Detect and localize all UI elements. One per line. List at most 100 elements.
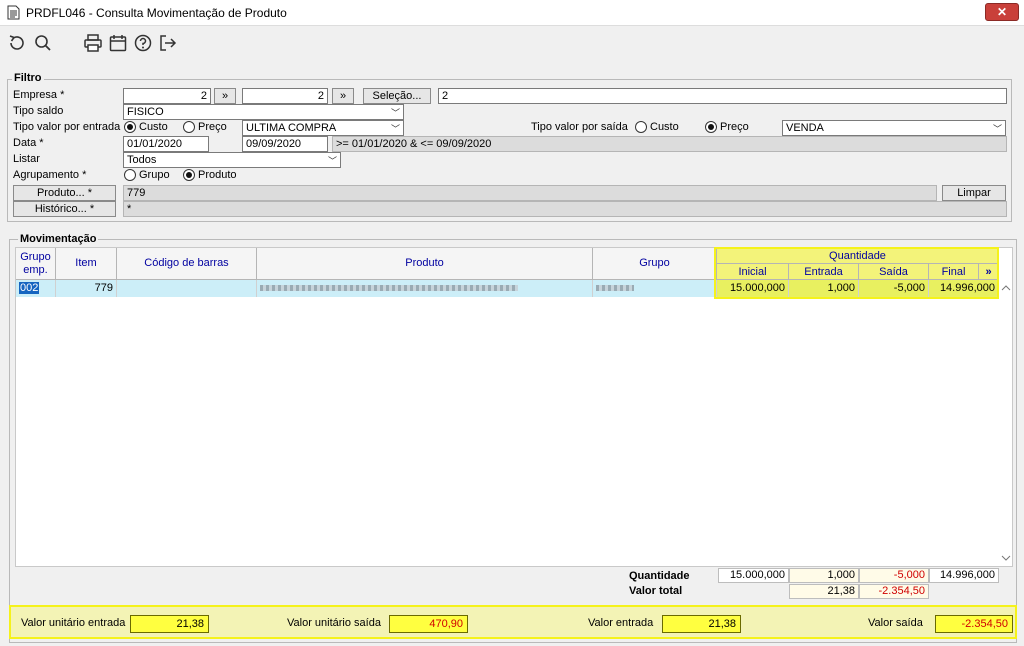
vu-entrada-label: Valor unitário entrada [21,617,126,629]
data-to-input[interactable]: 09/09/2020 [242,136,328,152]
entrada-custo-radio[interactable] [124,121,136,133]
tipo-saldo-label: Tipo saldo [13,105,64,117]
col-grupo-emp[interactable]: Grupo emp. [16,248,56,280]
col-codigo-barras[interactable]: Código de barras [117,248,257,280]
selecao-button[interactable]: Seleção... [363,88,431,104]
listar-label: Listar [13,153,40,165]
col-entrada[interactable]: Entrada [789,264,859,280]
empresa-from-input[interactable]: 2 [123,88,211,104]
cell-grupo-emp: 002 [19,282,40,294]
v-entrada-value: 21,38 [662,615,741,633]
cell-item: 779 [56,280,117,297]
cell-produto [257,280,593,297]
saida-preco-label: Preço [720,121,749,133]
saida-custo-radio[interactable] [635,121,647,133]
refresh-icon[interactable] [7,33,27,53]
scroll-up-icon[interactable] [1001,284,1011,292]
col-final[interactable]: Final [929,264,979,280]
chevron-down-icon: ﹀ [992,124,1002,134]
cell-saida: -5,000 [859,280,929,297]
vu-saida-value: 470,90 [389,615,468,633]
vu-entrada-value: 21,38 [130,615,209,633]
agrupamento-label: Agrupamento * [13,169,87,181]
total-entrada: 1,000 [789,568,859,583]
historico-value: * [123,201,1007,217]
v-saida-value: -2.354,50 [935,615,1013,633]
v-saida-label: Valor saída [868,617,923,629]
produto-value: 779 [123,185,937,201]
col-saida[interactable]: Saída [859,264,929,280]
empresa-to-lookup-button[interactable]: » [332,88,354,104]
search-icon[interactable] [33,33,53,53]
col-item[interactable]: Item [56,248,117,280]
total-inicial: 15.000,000 [718,568,789,583]
cell-inicial: 15.000,000 [717,280,789,297]
table-row[interactable]: 002 779 15.000,000 1,000 -5,000 14.996,0… [16,280,999,297]
agrupamento-produto-radio[interactable] [183,169,195,181]
empresa-label: Empresa * [13,89,65,101]
tipo-saldo-value: FISICO [127,106,164,118]
listar-select[interactable]: Todos ﹀ [123,152,341,168]
movimentacao-legend: Movimentação [18,233,99,245]
calendar-icon[interactable] [108,33,128,53]
cell-grupo [593,280,717,297]
col-inicial[interactable]: Inicial [717,264,789,280]
total-saida: -5,000 [859,568,929,583]
title-bar: PRDFL046 - Consulta Movimentação de Prod… [0,0,1024,26]
entrada-value: ULTIMA COMPRA [246,122,337,134]
cell-entrada: 1,000 [789,280,859,297]
valor-total-saida: -2.354,50 [859,584,929,599]
valor-total-entrada: 21,38 [789,584,859,599]
empresa-to-input[interactable]: 2 [242,88,328,104]
movimentacao-grid: Grupo emp. Item Código de barras Produto… [15,247,1013,567]
chevron-down-icon: ﹀ [327,156,337,166]
limpar-button[interactable]: Limpar [942,185,1006,201]
entrada-preco-label: Preço [198,121,227,133]
tipo-saldo-select[interactable]: FISICO ﹀ [123,104,404,120]
document-icon [7,5,20,20]
redacted-product-name [260,285,518,291]
help-icon[interactable] [133,33,153,53]
entrada-custo-label: Custo [139,121,168,133]
empresa-from-lookup-button[interactable]: » [214,88,236,104]
toolbar [0,26,1024,60]
historico-button[interactable]: Histórico... * [13,201,116,217]
filtro-legend: Filtro [12,72,44,84]
exit-icon[interactable] [158,33,178,53]
tipo-saida-label: Tipo valor por saída [531,121,628,133]
chevron-down-icon: ﹀ [390,124,400,134]
saida-select[interactable]: VENDA ﹀ [782,120,1006,136]
scroll-down-icon[interactable] [1001,554,1011,562]
vu-saida-label: Valor unitário saída [287,617,381,629]
more-columns-button[interactable]: » [979,264,999,280]
v-entrada-label: Valor entrada [588,617,654,629]
chevron-down-icon: ﹀ [390,108,400,118]
totals-quantidade-label: Quantidade [629,570,690,582]
agrupamento-grupo-radio[interactable] [124,169,136,181]
print-icon[interactable] [83,33,103,53]
entrada-preco-radio[interactable] [183,121,195,133]
close-button[interactable]: ✕ [985,3,1019,21]
entrada-select[interactable]: ULTIMA COMPRA ﹀ [242,120,404,136]
saida-value: VENDA [786,122,824,134]
tipo-entrada-label: Tipo valor por entrada [13,121,121,133]
data-label: Data * [13,137,44,149]
col-produto[interactable]: Produto [257,248,593,280]
agrupamento-produto-label: Produto [198,169,237,181]
data-expression: >= 01/01/2020 & <= 09/09/2020 [332,136,1007,152]
cell-final: 14.996,000 [929,280,999,297]
data-from-input[interactable]: 01/01/2020 [123,136,209,152]
produto-button[interactable]: Produto... * [13,185,116,201]
saida-preco-radio[interactable] [705,121,717,133]
saida-custo-label: Custo [650,121,679,133]
window-title: PRDFL046 - Consulta Movimentação de Prod… [26,6,287,20]
agrupamento-grupo-label: Grupo [139,169,170,181]
col-quantidade: Quantidade [717,248,999,264]
cell-codigo-barras [117,280,257,297]
col-grupo[interactable]: Grupo [593,248,717,280]
redacted-group-name [596,285,634,291]
listar-value: Todos [127,154,157,166]
total-final: 14.996,000 [929,568,999,583]
totals-valor-total-label: Valor total [629,585,683,597]
selecao-input[interactable]: 2 [438,88,1007,104]
